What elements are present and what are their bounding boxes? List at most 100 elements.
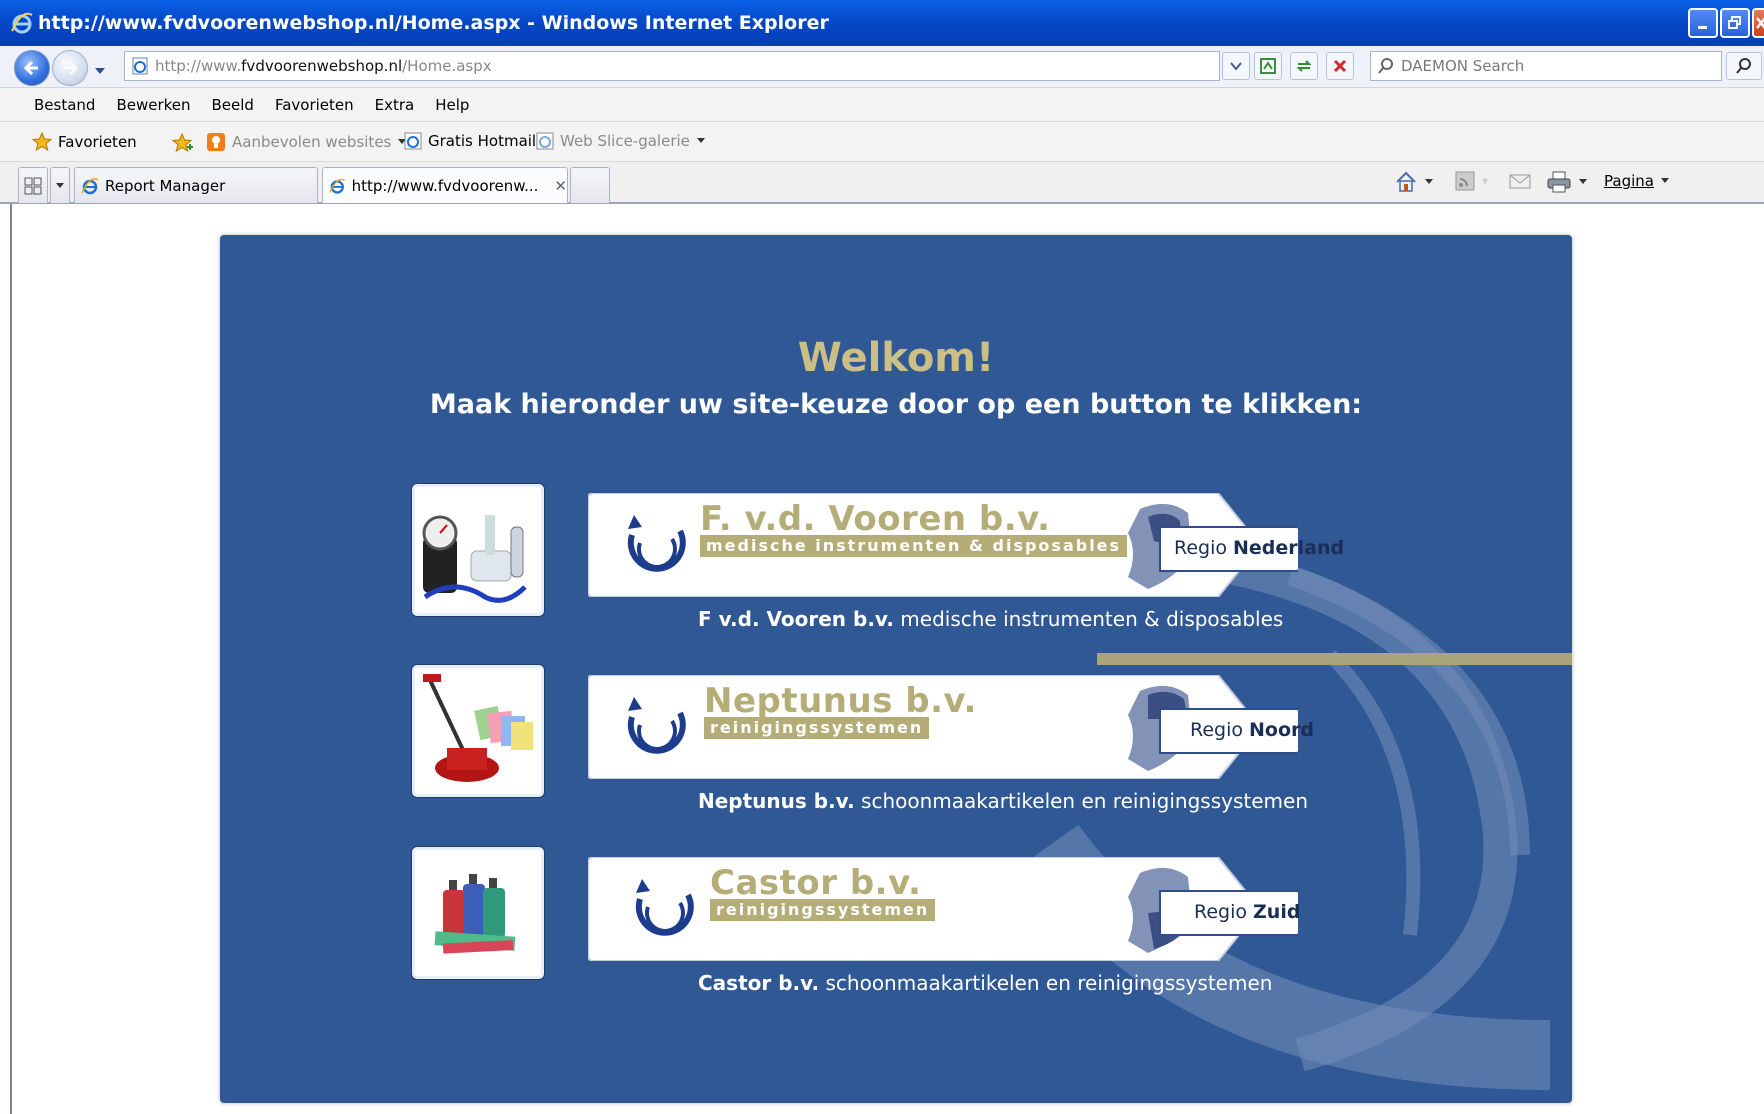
regio-prefix: Regio bbox=[1174, 537, 1228, 559]
suggested-sites-link[interactable]: Aanbevolen websites bbox=[206, 132, 407, 152]
address-input[interactable]: http://www.fvdvoorenwebshop.nl/Home.aspx bbox=[124, 51, 1220, 81]
favorites-button[interactable]: Favorieten bbox=[32, 132, 137, 152]
address-dropdown-button[interactable] bbox=[1222, 52, 1250, 80]
tab-label: Report Manager bbox=[105, 176, 226, 195]
menu-extra[interactable]: Extra bbox=[375, 96, 415, 114]
favorites-label: Favorieten bbox=[58, 133, 137, 151]
quick-tabs-button[interactable] bbox=[18, 167, 48, 203]
tab-report-manager[interactable]: Report Manager bbox=[74, 167, 318, 203]
url-prefix: http://www. bbox=[155, 57, 242, 75]
company-name: F. v.d. Vooren b.v. bbox=[700, 499, 1051, 539]
menu-favorieten[interactable]: Favorieten bbox=[275, 96, 354, 114]
add-favorite-button[interactable] bbox=[172, 132, 194, 154]
search-input[interactable]: DAEMON Search bbox=[1370, 51, 1722, 81]
home-button[interactable] bbox=[1394, 170, 1436, 194]
home-icon bbox=[1396, 171, 1416, 192]
chevron-down-icon bbox=[1660, 178, 1669, 183]
back-button[interactable] bbox=[14, 50, 50, 86]
site-button-fvdvooren[interactable]: F. v.d. Vooren b.v. medische instrumente… bbox=[588, 493, 1344, 597]
search-button[interactable] bbox=[1726, 52, 1762, 80]
close-icon bbox=[1756, 17, 1764, 29]
star-icon bbox=[32, 132, 52, 152]
medical-instruments-image bbox=[422, 515, 527, 603]
chevron-down-icon bbox=[56, 182, 64, 188]
quick-tabs-icon bbox=[24, 177, 42, 194]
print-button[interactable] bbox=[1546, 170, 1590, 194]
ie-logo-icon bbox=[11, 12, 33, 34]
tab-label: http://www.fvdvoorenw... bbox=[351, 176, 539, 195]
product-thumbnail-cleaning-machine[interactable] bbox=[412, 665, 544, 797]
feeds-dropdown[interactable]: ▾ bbox=[1482, 174, 1488, 188]
site-button-castor[interactable]: Castor b.v. reinigingssystemen Regio Zuid bbox=[588, 857, 1301, 961]
caption-company: F v.d. Vooren b.v. bbox=[698, 607, 894, 631]
tab-close-button[interactable]: ✕ bbox=[554, 177, 567, 195]
rss-feed-icon bbox=[1455, 171, 1475, 191]
feeds-button[interactable]: ▾ bbox=[1454, 170, 1488, 192]
caption-company: Castor b.v. bbox=[698, 971, 820, 995]
chevron-down-icon bbox=[696, 138, 705, 143]
tab-fvdvooren[interactable]: http://www.fvdvoorenw... ✕ bbox=[322, 167, 568, 203]
page-menu-label: Pagina bbox=[1604, 172, 1654, 190]
minimize-button[interactable] bbox=[1688, 8, 1718, 38]
hotmail-link[interactable]: Gratis Hotmail bbox=[404, 132, 536, 150]
company-name: Castor b.v. bbox=[710, 863, 922, 903]
web-slice-link[interactable]: Web Slice-galerie bbox=[536, 132, 706, 150]
cleaning-bottles-image bbox=[434, 874, 516, 954]
regio-label: Regio Noord bbox=[1176, 709, 1314, 751]
floor-machine-image bbox=[423, 674, 533, 782]
recent-pages-dropdown[interactable] bbox=[94, 61, 106, 80]
chevron-down-icon bbox=[95, 68, 105, 74]
product-thumbnail-medical[interactable] bbox=[412, 484, 544, 616]
ie-page-icon bbox=[404, 132, 422, 150]
minimize-icon bbox=[1698, 26, 1707, 29]
add-star-icon bbox=[172, 132, 193, 153]
regio-name: Zuid bbox=[1253, 901, 1301, 923]
instruction-text: Maak hieronder uw site-keuze door op een… bbox=[429, 389, 1363, 420]
tab-list-button[interactable] bbox=[50, 167, 70, 203]
company-tagline: reinigingssystemen bbox=[710, 899, 936, 921]
suggested-sites-label: Aanbevolen websites bbox=[232, 133, 392, 151]
company-tagline: reinigingssystemen bbox=[704, 717, 930, 739]
menu-bestand[interactable]: Bestand bbox=[34, 96, 95, 114]
address-toolbar: http://www.fvdvoorenwebshop.nl/Home.aspx… bbox=[0, 46, 1764, 88]
refresh-icon bbox=[1296, 60, 1312, 72]
menu-bewerken[interactable]: Bewerken bbox=[116, 96, 190, 114]
ie-logo-icon bbox=[329, 178, 346, 194]
regio-name: Nederland bbox=[1233, 537, 1345, 559]
regio-label: Regio Nederland bbox=[1160, 527, 1344, 569]
company-name: Neptunus b.v. bbox=[704, 681, 977, 721]
mail-icon bbox=[1509, 174, 1531, 189]
arrow-right-icon bbox=[64, 60, 79, 76]
site-caption-neptunus: Neptunus b.v. schoonmaakartikelen en rei… bbox=[698, 789, 1308, 813]
window-title: http://www.fvdvoorenwebshop.nl/Home.aspx… bbox=[38, 12, 829, 34]
site-caption-castor: Castor b.v. schoonmaakartikelen en reini… bbox=[698, 971, 1272, 995]
product-thumbnail-cleaning-products[interactable] bbox=[412, 847, 544, 979]
chevron-down-icon bbox=[1579, 179, 1587, 184]
hotmail-label: Gratis Hotmail bbox=[428, 132, 537, 150]
web-slice-label: Web Slice-galerie bbox=[560, 132, 690, 150]
page-menu[interactable]: Pagina bbox=[1604, 172, 1672, 190]
refresh-button[interactable] bbox=[1290, 52, 1318, 80]
menu-beeld[interactable]: Beeld bbox=[212, 96, 254, 114]
chevron-down-icon bbox=[1230, 62, 1242, 71]
restore-icon bbox=[1728, 16, 1741, 29]
stop-button[interactable] bbox=[1326, 52, 1354, 80]
stop-icon bbox=[1333, 59, 1347, 73]
ie-page-icon bbox=[536, 132, 554, 150]
favorites-bar: Favorieten Aanbevolen websites Gratis Ho… bbox=[0, 122, 1764, 162]
compatibility-view-button[interactable] bbox=[1254, 52, 1282, 80]
chevron-down-icon bbox=[1425, 179, 1433, 184]
printer-icon bbox=[1547, 171, 1571, 193]
site-choice-panel: Welkom! Maak hieronder uw site-keuze doo… bbox=[220, 235, 1572, 1103]
new-tab-button[interactable] bbox=[570, 167, 610, 203]
menu-help[interactable]: Help bbox=[435, 96, 469, 114]
site-button-neptunus[interactable]: Neptunus b.v. reinigingssystemen Regio No… bbox=[588, 675, 1314, 779]
magnifier-icon bbox=[1736, 58, 1751, 74]
close-window-button[interactable] bbox=[1752, 8, 1764, 38]
forward-button[interactable] bbox=[52, 50, 88, 86]
caption-description: schoonmaakartikelen en reinigingssysteme… bbox=[861, 789, 1308, 813]
read-mail-button[interactable] bbox=[1508, 170, 1532, 192]
welcome-heading: Welkom! bbox=[797, 335, 995, 381]
restore-button[interactable] bbox=[1720, 8, 1750, 38]
page-icon bbox=[132, 57, 148, 75]
